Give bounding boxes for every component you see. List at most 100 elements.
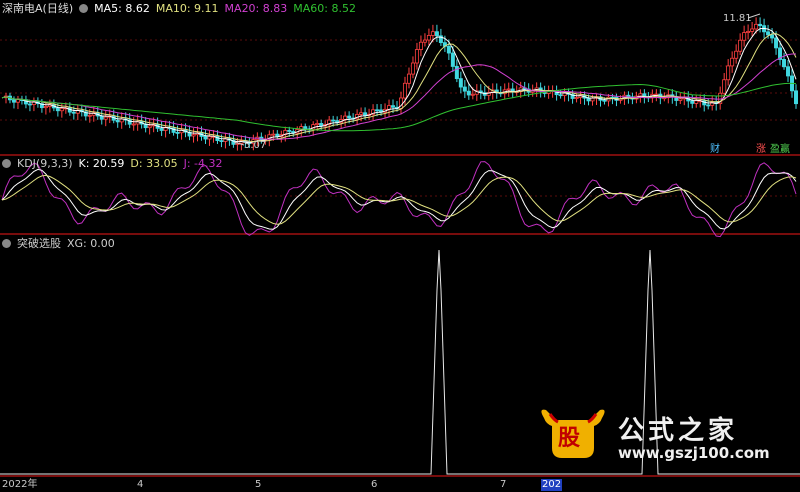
candle-body [147,125,152,129]
candle-body [11,99,16,103]
candle-body [363,112,368,116]
kdj-lines [0,161,800,238]
candle-body [422,39,427,43]
kdj-k-label: K: 20.59 [78,157,125,170]
candle-body [558,94,563,97]
candle-body [446,45,451,54]
xg-panel-header: 突破选股 XG: 0.00 [2,237,121,251]
settings-dot-icon[interactable] [2,159,11,168]
candle-body [347,115,352,119]
candle-body [375,109,380,112]
candle-body [746,30,751,33]
xg-value-label: XG: 0.00 [67,237,115,250]
settings-dot-icon[interactable] [79,4,89,13]
candle-body [782,59,787,68]
candle-body [219,140,224,142]
xg-title[interactable]: 突破选股 [17,237,61,250]
candle-body [726,65,731,81]
watermark-title: 公式之家 [618,416,739,446]
candle-body [750,28,755,32]
watermark-url: www.gszj100.com [618,444,770,462]
ma10-label: MA10: 9.11 [155,2,219,15]
candle-body [766,31,771,36]
candle-body [391,105,396,108]
candle-body [331,119,336,122]
stock-title[interactable]: 深南电A(日线) [2,2,73,15]
high-price-label: 11.81 [723,13,752,24]
kdj-j-label: J: -4.32 [183,157,223,170]
watermark-logo-char: 股 [558,425,581,451]
kdj-title[interactable]: KDJ(9,3,3) [17,157,73,170]
badge-zhang[interactable]: 涨 [754,143,768,156]
candle-body [590,97,595,102]
candle-body [602,99,607,102]
x-tick: 6 [371,479,378,490]
settings-dot-icon[interactable] [2,239,11,248]
candle-body [402,82,407,99]
candle-body [506,88,511,91]
candle-body [706,104,711,107]
moving-average-lines [1,27,797,144]
candle-body [59,107,64,112]
candle-body [470,93,475,96]
candle-body [359,112,364,115]
x-tick: 7 [500,479,507,490]
candle-body [315,123,320,126]
ma5-label: MA5: 8.62 [94,2,150,15]
candle-body [271,133,276,136]
ma60-label: MA60: 8.52 [293,2,356,15]
candle-body [754,23,759,30]
candle-body [774,37,779,49]
candle-body [758,23,763,27]
candle-body [15,99,20,103]
candle-body [738,39,743,52]
candle-body [770,34,775,39]
candle-body [203,136,208,140]
candle-body [450,52,455,67]
candle-body [786,66,791,77]
candle-body [115,119,120,123]
x-tick: 5 [255,479,262,490]
candle-body [586,97,591,102]
ma20-label: MA20: 8.83 [224,2,288,15]
candle-body [678,98,683,101]
price-panel-header: 深南电A(日线) MA5: 8.62 MA10: 9.11 MA20: 8.83 MA6… [2,2,362,16]
candle-body [410,62,415,75]
candle-body [418,41,423,50]
candle-body [454,66,459,80]
candle-body [159,127,164,131]
candle-body [287,129,292,132]
candle-body [43,106,48,109]
candle-body [458,78,463,88]
kdj-panel-header: KDJ(9,3,3) K: 20.59 D: 33.05 J: -4.32 [2,157,229,171]
candle-body [55,107,60,112]
ma5-line [1,27,797,144]
low-price-label: 5.07 [244,140,267,151]
candle-body [191,134,196,137]
candle-body [430,31,435,36]
ma10-line [1,33,797,143]
kdj-d-line [1,174,797,225]
candle-body [71,111,76,114]
candle-body [574,97,579,99]
x-tick: 2022年 [2,479,38,490]
candle-body [99,115,104,120]
candle-body [734,50,739,59]
candle-body [434,31,439,37]
candle-body [207,136,212,140]
badge-cai[interactable]: 财 [708,143,722,156]
candle-body [694,100,699,104]
candlestick-series [3,17,799,151]
candle-body [87,114,92,117]
candle-body [462,86,467,92]
candle-body [414,49,419,64]
candle-body [466,90,471,96]
candle-body [690,100,695,104]
candle-body [103,116,108,120]
badge-yingpan[interactable]: 盈赢 [768,143,792,156]
x-tick-current: 202 [541,479,563,491]
candle-body [27,103,32,106]
candle-body [163,127,168,131]
candle-body [794,90,799,105]
kdj-d-label: D: 33.05 [130,157,178,170]
